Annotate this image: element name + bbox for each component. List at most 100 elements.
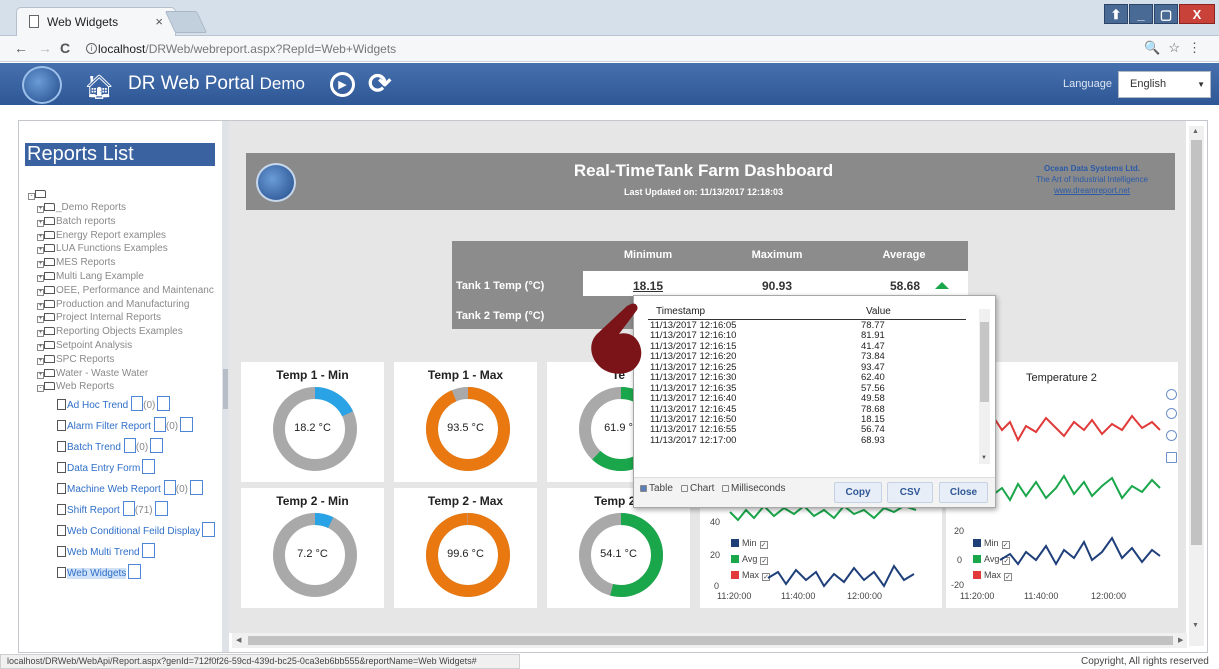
- scroll-down-icon[interactable]: ▼: [1192, 622, 1199, 629]
- tree-folder[interactable]: + Batch reports: [37, 215, 214, 229]
- browser-menu-icons[interactable]: 🔍☆⋮: [1144, 40, 1209, 56]
- row-value: 81.91: [861, 330, 885, 342]
- gauge-card[interactable]: Temp 2 - Max 99.6 °C: [394, 488, 537, 608]
- web-report-icon[interactable]: [189, 480, 203, 495]
- reload-icon[interactable]: C: [60, 40, 70, 56]
- tree-folder[interactable]: + Water - Waste Water: [37, 367, 214, 381]
- collapse-icon[interactable]: -: [28, 193, 35, 200]
- expand-icon[interactable]: +: [37, 233, 44, 241]
- option-milliseconds[interactable]: Milliseconds: [722, 483, 785, 494]
- expand-icon[interactable]: +: [37, 261, 44, 269]
- web-report-icon[interactable]: [157, 396, 171, 411]
- home-icon[interactable]: 🏠︎: [84, 73, 114, 102]
- expand-icon[interactable]: +: [37, 371, 44, 379]
- report-item[interactable]: Web Conditional Feild Display: [57, 521, 216, 542]
- language-select[interactable]: English ▼: [1118, 71, 1211, 98]
- web-report-icon[interactable]: [154, 501, 168, 516]
- popup-scroll-down-icon[interactable]: ▼: [981, 455, 987, 461]
- tab-close-icon[interactable]: ×: [155, 14, 163, 29]
- report-item[interactable]: Shift Report (71): [57, 500, 215, 521]
- portal-logo[interactable]: [22, 66, 62, 104]
- tree-folder[interactable]: + Energy Report examples: [37, 229, 214, 243]
- splitter-grip[interactable]: [223, 369, 228, 409]
- checkbox-icon[interactable]: [722, 485, 729, 492]
- tree-folder[interactable]: + MES Reports: [37, 256, 214, 270]
- expand-icon[interactable]: +: [37, 219, 44, 227]
- gauge-card[interactable]: Temp 1 - Min 18.2 °C: [241, 362, 384, 482]
- scroll-right-icon[interactable]: ▶: [1178, 636, 1183, 644]
- horizontal-scroll-thumb[interactable]: [248, 636, 1173, 645]
- pdf-icon[interactable]: [153, 417, 166, 432]
- export-icon[interactable]: [1166, 452, 1177, 463]
- web-report-icon[interactable]: [128, 564, 142, 579]
- zoom-reset-icon[interactable]: [1166, 430, 1177, 441]
- tree-folder[interactable]: + Setpoint Analysis: [37, 339, 214, 353]
- pdf-icon[interactable]: [163, 480, 176, 495]
- tree-folder[interactable]: + Project Internal Reports: [37, 311, 214, 325]
- minimize-button[interactable]: _: [1129, 4, 1153, 24]
- radio-icon[interactable]: [640, 485, 647, 492]
- browser-tab[interactable]: Web Widgets ×: [16, 7, 176, 36]
- tank1-min-value[interactable]: 18.15: [603, 279, 693, 293]
- report-item[interactable]: Data Entry Form: [57, 458, 215, 479]
- expand-icon[interactable]: +: [37, 206, 44, 213]
- tree-folder[interactable]: - Web Reports: [37, 380, 214, 394]
- tree-folder[interactable]: + OEE, Performance and Maintenanc: [37, 284, 214, 298]
- popup-scroll-thumb[interactable]: [980, 322, 989, 402]
- expand-icon[interactable]: +: [37, 357, 44, 365]
- web-report-icon[interactable]: [141, 543, 155, 558]
- close-button[interactable]: Close: [939, 482, 988, 503]
- vertical-scroll-thumb[interactable]: [1191, 140, 1202, 545]
- expand-icon[interactable]: +: [37, 302, 44, 310]
- play-icon[interactable]: ▶: [330, 72, 355, 97]
- folder-icon: [35, 190, 46, 198]
- option-chart[interactable]: Chart: [681, 483, 714, 494]
- forward-icon[interactable]: →: [38, 40, 52, 56]
- web-report-icon[interactable]: [180, 417, 194, 432]
- gauge-card[interactable]: Temp 1 - Max 93.5 °C: [394, 362, 537, 482]
- web-report-icon[interactable]: [202, 522, 216, 537]
- pdf-icon[interactable]: [123, 438, 136, 453]
- maximize-button[interactable]: ▢: [1154, 4, 1178, 24]
- report-item[interactable]: Alarm Filter Report (0): [57, 416, 215, 437]
- expand-icon[interactable]: +: [37, 343, 44, 351]
- report-item[interactable]: Ad Hoc Trend (0): [57, 395, 215, 416]
- zoom-in-icon[interactable]: [1166, 389, 1177, 400]
- pdf-icon[interactable]: [131, 396, 144, 411]
- expand-icon[interactable]: +: [37, 316, 44, 324]
- tree-root[interactable]: -: [28, 188, 47, 202]
- back-icon[interactable]: ←: [14, 40, 28, 56]
- sidebar-splitter[interactable]: [222, 121, 229, 652]
- expand-icon[interactable]: +: [37, 330, 44, 338]
- report-item[interactable]: Web Widgets: [57, 563, 215, 584]
- report-item[interactable]: Web Multi Trend: [57, 542, 215, 563]
- option-table[interactable]: Table: [640, 483, 673, 494]
- user-icon[interactable]: ⬆: [1104, 4, 1128, 24]
- copy-button[interactable]: Copy: [834, 482, 882, 503]
- gauge-card[interactable]: Temp 2 - Min 7.2 °C: [241, 488, 384, 608]
- tree-folder[interactable]: + SPC Reports: [37, 353, 214, 367]
- expand-icon[interactable]: +: [37, 247, 44, 255]
- close-window-button[interactable]: X: [1179, 4, 1215, 24]
- tree-folder[interactable]: + LUA Functions Examples: [37, 242, 214, 256]
- radio-icon[interactable]: [681, 485, 688, 492]
- refresh-icon[interactable]: ⟳: [368, 67, 391, 100]
- pdf-icon[interactable]: [122, 501, 135, 516]
- report-item[interactable]: Batch Trend (0): [57, 437, 215, 458]
- collapse-icon[interactable]: -: [37, 385, 44, 393]
- tree-folder[interactable]: + Multi Lang Example: [37, 270, 214, 284]
- report-item[interactable]: Machine Web Report (0): [57, 479, 215, 500]
- company-link[interactable]: www.dreamreport.net: [1010, 185, 1174, 196]
- tree-folder[interactable]: + Production and Manufacturing: [37, 298, 214, 312]
- expand-icon[interactable]: +: [37, 288, 44, 296]
- web-report-icon[interactable]: [142, 459, 156, 474]
- scroll-up-icon[interactable]: ▲: [1192, 128, 1199, 135]
- csv-button[interactable]: CSV: [887, 482, 933, 503]
- tree-folder[interactable]: + _Demo Reports: [37, 201, 214, 215]
- scroll-left-icon[interactable]: ◀: [236, 636, 241, 644]
- tree-folder[interactable]: + Reporting Objects Examples: [37, 325, 214, 339]
- url-field[interactable]: localhost/DRWeb/webreport.aspx?RepId=Web…: [78, 39, 1188, 59]
- web-report-icon[interactable]: [150, 438, 164, 453]
- expand-icon[interactable]: +: [37, 274, 44, 282]
- zoom-out-icon[interactable]: [1166, 408, 1177, 419]
